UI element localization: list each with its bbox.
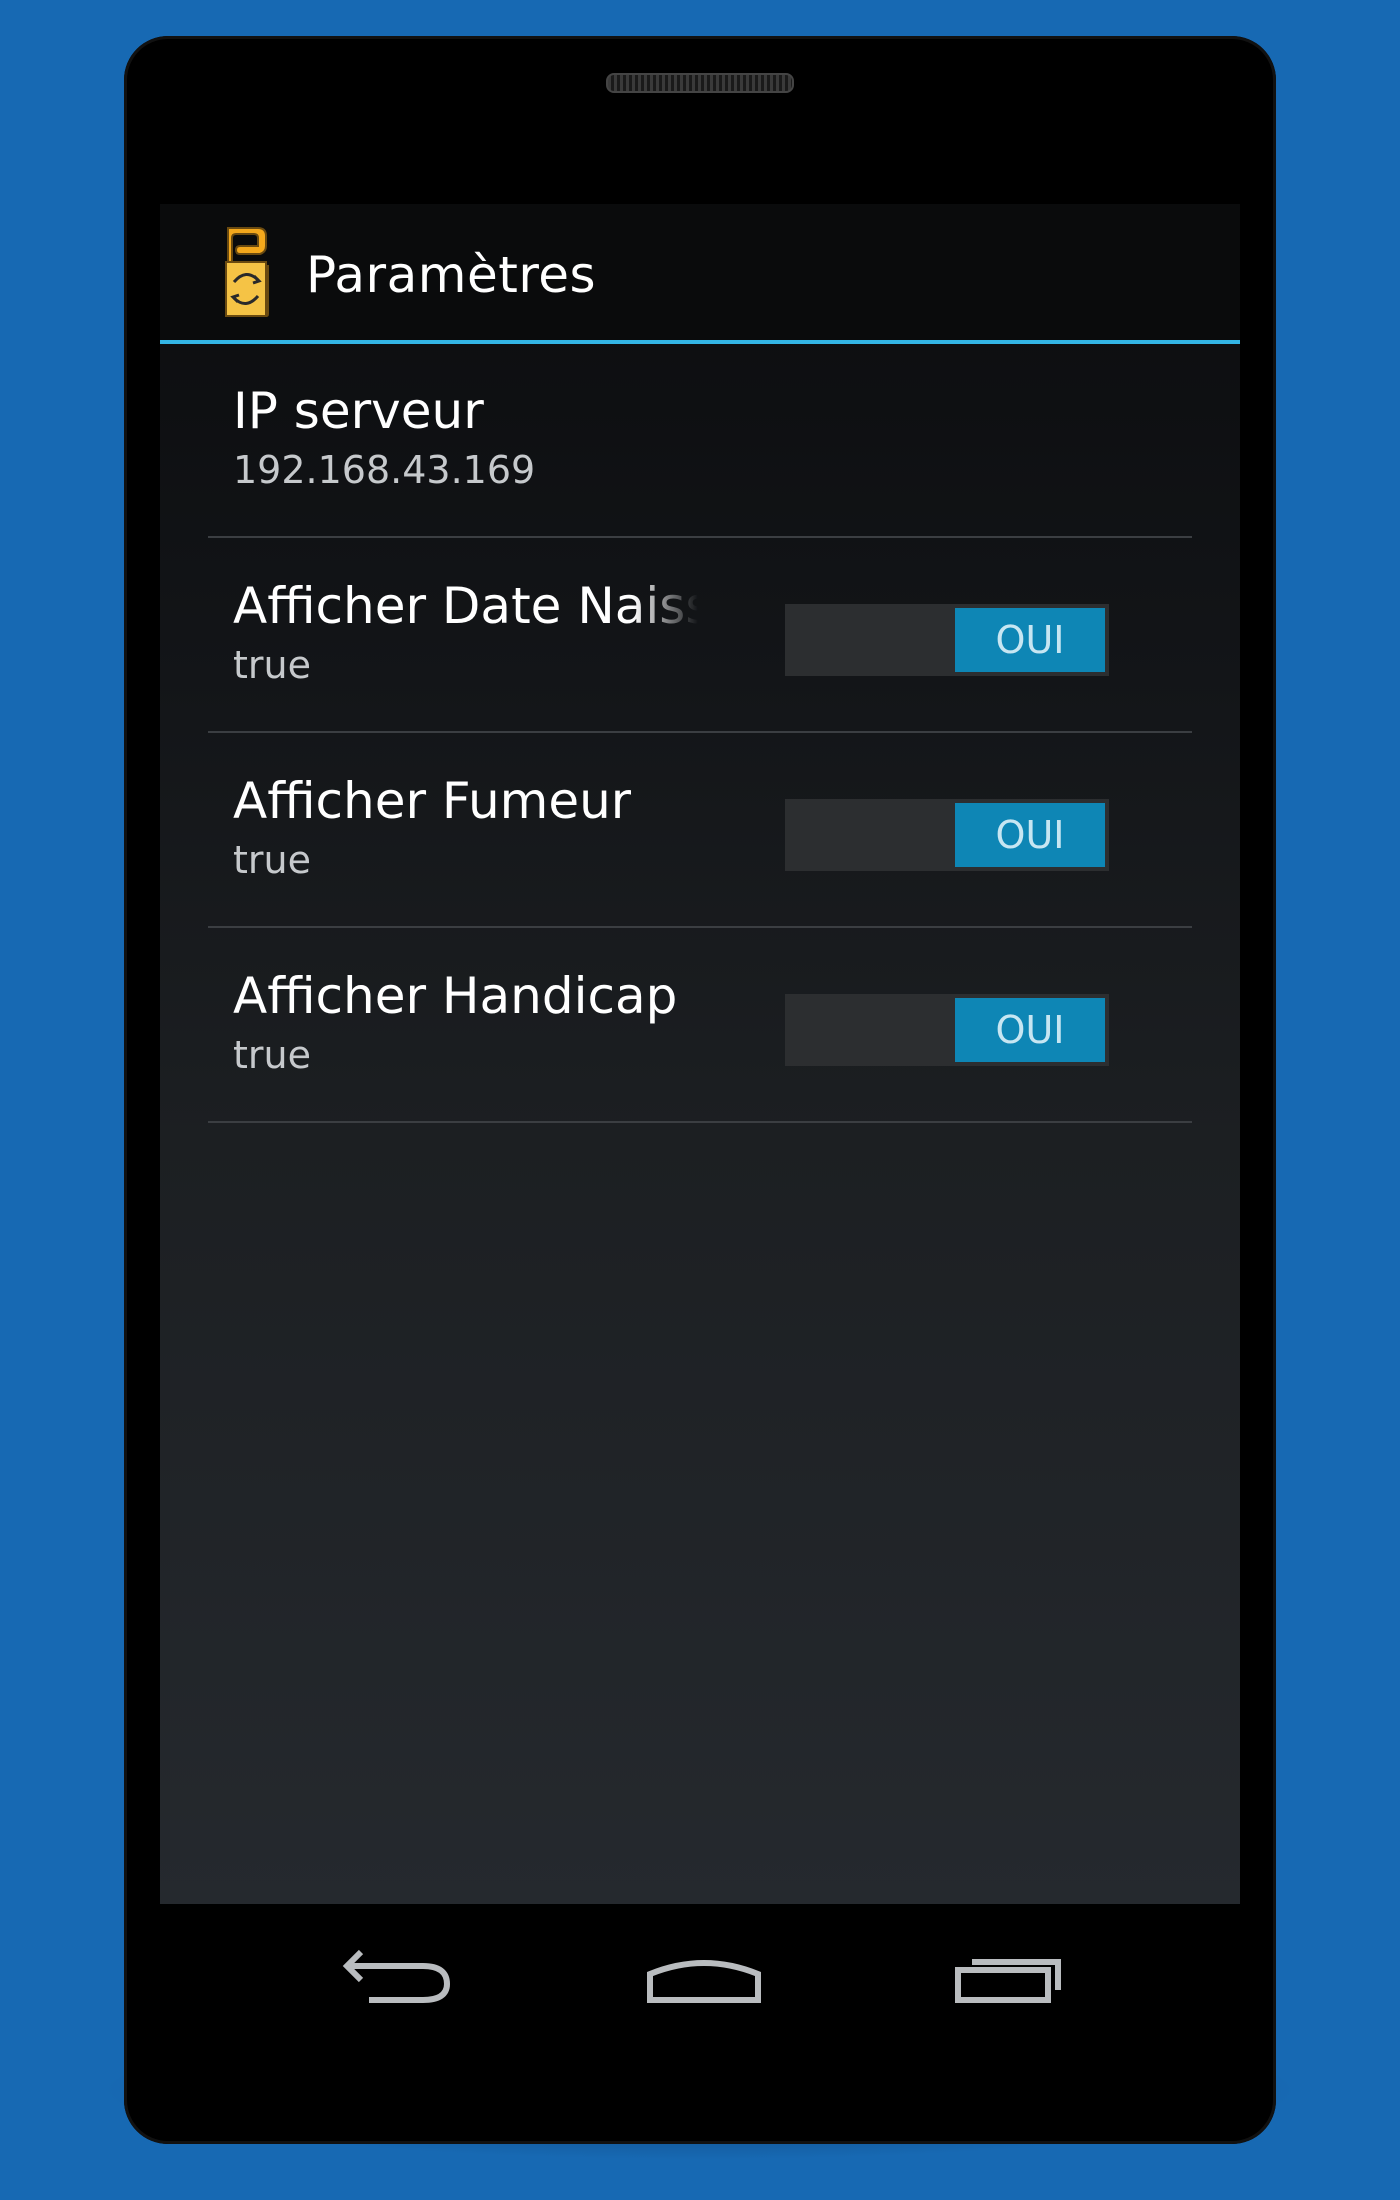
preference-afficher-date-naissance[interactable]: Afficher Date Naissance true OUI bbox=[160, 539, 1240, 733]
preference-title: Afficher Fumeur bbox=[233, 772, 632, 830]
toggle-switch-fumeur[interactable]: OUI bbox=[785, 799, 1109, 871]
settings-screen: Paramètres IP serveur 192.168.43.169 Aff… bbox=[160, 204, 1240, 1904]
home-icon[interactable] bbox=[644, 1944, 764, 2014]
toggle-thumb: OUI bbox=[955, 998, 1105, 1062]
toggle-switch-handicap[interactable]: OUI bbox=[785, 994, 1109, 1066]
preference-summary: 192.168.43.169 bbox=[233, 448, 536, 492]
divider bbox=[208, 926, 1192, 928]
divider bbox=[208, 536, 1192, 538]
navigation-bar bbox=[160, 1904, 1240, 2054]
preference-afficher-fumeur[interactable]: Afficher Fumeur true OUI bbox=[160, 734, 1240, 928]
page-title: Paramètres bbox=[306, 246, 597, 304]
speaker-grille bbox=[606, 73, 794, 93]
toggle-thumb: OUI bbox=[955, 608, 1105, 672]
preference-summary: true bbox=[233, 1033, 311, 1077]
preference-afficher-handicap[interactable]: Afficher Handicap true OUI bbox=[160, 929, 1240, 1123]
preference-summary: true bbox=[233, 643, 311, 687]
preference-ip-serveur[interactable]: IP serveur 192.168.43.169 bbox=[160, 344, 1240, 538]
preference-summary: true bbox=[233, 838, 311, 882]
phone-device: Paramètres IP serveur 192.168.43.169 Aff… bbox=[124, 36, 1276, 2144]
divider bbox=[208, 1121, 1192, 1123]
door-hanger-sync-icon[interactable] bbox=[222, 226, 270, 318]
preference-title: IP serveur bbox=[233, 382, 484, 440]
recent-apps-icon[interactable] bbox=[948, 1944, 1068, 2014]
preference-title: Afficher Handicap bbox=[233, 967, 678, 1025]
toggle-thumb: OUI bbox=[955, 803, 1105, 867]
device-frame-background: Paramètres IP serveur 192.168.43.169 Aff… bbox=[0, 0, 1400, 2200]
divider bbox=[208, 731, 1192, 733]
toggle-switch-date-naissance[interactable]: OUI bbox=[785, 604, 1109, 676]
action-bar: Paramètres bbox=[160, 204, 1240, 344]
preference-title: Afficher Date Naissance bbox=[233, 577, 698, 635]
back-icon[interactable] bbox=[339, 1944, 459, 2014]
